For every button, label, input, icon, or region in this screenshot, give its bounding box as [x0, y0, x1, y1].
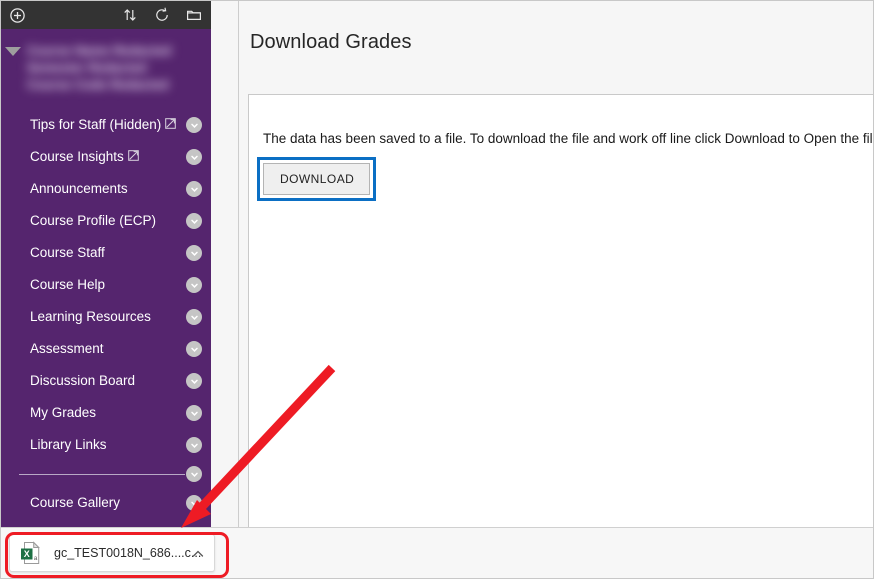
- chevron-down-icon[interactable]: [186, 117, 202, 133]
- main-content-area: Download Grades The data has been saved …: [211, 1, 873, 550]
- sidebar-item-my-grades[interactable]: My Grades: [1, 397, 211, 429]
- chevron-down-icon[interactable]: [186, 495, 202, 511]
- course-menu-panel: Course Name Redacted Semester Redacted C…: [1, 1, 211, 530]
- chevron-up-icon[interactable]: [191, 547, 205, 561]
- sidebar-item-label: Learning Resources: [30, 309, 151, 324]
- chevron-down-icon[interactable]: [186, 466, 202, 482]
- svg-text:a: a: [34, 555, 38, 562]
- external-link-icon: [127, 148, 139, 166]
- page-title: Download Grades: [250, 31, 412, 53]
- browser-window: Course Name Redacted Semester Redacted C…: [0, 0, 874, 579]
- sidebar-item-label: Assessment: [30, 341, 104, 356]
- sidebar-item-label: Course Help: [30, 277, 106, 292]
- downloaded-file-name: gc_TEST0018N_686....c...: [54, 546, 202, 560]
- external-link-icon: [165, 116, 177, 134]
- sidebar-item-learning-resources[interactable]: Learning Resources: [1, 301, 211, 333]
- toolbar-right-icons: [117, 2, 207, 28]
- sidebar-item-label: Discussion Board: [30, 373, 136, 388]
- content-inner: Download Grades The data has been saved …: [239, 1, 873, 550]
- chevron-down-icon[interactable]: [186, 149, 202, 165]
- download-grades-card: The data has been saved to a file. To do…: [248, 94, 874, 550]
- sidebar-item-course-staff[interactable]: Course Staff: [1, 237, 211, 269]
- download-shelf: X a gc_TEST0018N_686....c...: [1, 527, 873, 578]
- sidebar-item-label: Tips for Staff (Hidden): [30, 117, 162, 132]
- course-menu-list: Tips for Staff (Hidden) Course Insights: [1, 109, 211, 519]
- sidebar-item-label: Course Insights: [30, 149, 124, 164]
- chevron-down-icon[interactable]: [186, 437, 202, 453]
- sidebar-item-label: Announcements: [30, 181, 128, 196]
- excel-csv-file-icon: X a: [20, 541, 42, 565]
- sidebar-item-label: Course Profile (ECP): [30, 213, 157, 228]
- sidebar-item-tips-for-staff[interactable]: Tips for Staff (Hidden): [1, 109, 211, 141]
- divider-rule: [19, 474, 185, 475]
- course-menu-toolbar: [1, 1, 211, 29]
- sidebar-item-course-help[interactable]: Course Help: [1, 269, 211, 301]
- svg-text:X: X: [24, 549, 30, 559]
- sidebar-item-discussion-board[interactable]: Discussion Board: [1, 365, 211, 397]
- sidebar-item-announcements[interactable]: Announcements: [1, 173, 211, 205]
- chevron-down-icon[interactable]: [186, 341, 202, 357]
- chevron-down-icon[interactable]: [186, 373, 202, 389]
- course-title-line-1: Course Name Redacted: [27, 44, 172, 58]
- chevron-down-icon[interactable]: [186, 245, 202, 261]
- sidebar-item-label: My Grades: [30, 405, 97, 420]
- sidebar-item-course-gallery[interactable]: Course Gallery: [1, 487, 211, 519]
- course-title-line-2: Semester Redacted: [27, 61, 147, 75]
- chevron-down-icon[interactable]: [186, 309, 202, 325]
- sidebar-item-library-links[interactable]: Library Links: [1, 429, 211, 461]
- course-title-header: Course Name Redacted Semester Redacted C…: [1, 31, 211, 97]
- sidebar-item-label: Course Gallery: [30, 495, 121, 510]
- collapse-arrow-icon[interactable]: [5, 47, 21, 56]
- sidebar-item-course-insights[interactable]: Course Insights: [1, 141, 211, 173]
- chevron-down-icon[interactable]: [186, 405, 202, 421]
- sidebar-item-course-profile-ecp[interactable]: Course Profile (ECP): [1, 205, 211, 237]
- add-circle-icon[interactable]: [4, 2, 30, 28]
- downloaded-file-item[interactable]: X a gc_TEST0018N_686....c...: [9, 534, 215, 572]
- chevron-down-icon[interactable]: [186, 277, 202, 293]
- sidebar-item-assessment[interactable]: Assessment: [1, 333, 211, 365]
- refresh-icon[interactable]: [149, 2, 175, 28]
- course-title-line-3: Course Code Redacted: [27, 78, 169, 92]
- download-button-focus-ring: DOWNLOAD: [257, 157, 377, 201]
- reorder-icon[interactable]: [117, 2, 143, 28]
- chevron-down-icon[interactable]: [186, 213, 202, 229]
- download-button[interactable]: DOWNLOAD: [263, 163, 371, 195]
- folder-icon[interactable]: [181, 2, 207, 28]
- sidebar-item-label: Library Links: [30, 437, 107, 452]
- sidebar-item-label: Course Staff: [30, 245, 105, 260]
- course-title-redacted: Course Name Redacted Semester Redacted C…: [27, 43, 189, 95]
- chevron-down-icon[interactable]: [186, 181, 202, 197]
- card-message: The data has been saved to a file. To do…: [263, 131, 874, 146]
- sidebar-divider: [1, 461, 211, 487]
